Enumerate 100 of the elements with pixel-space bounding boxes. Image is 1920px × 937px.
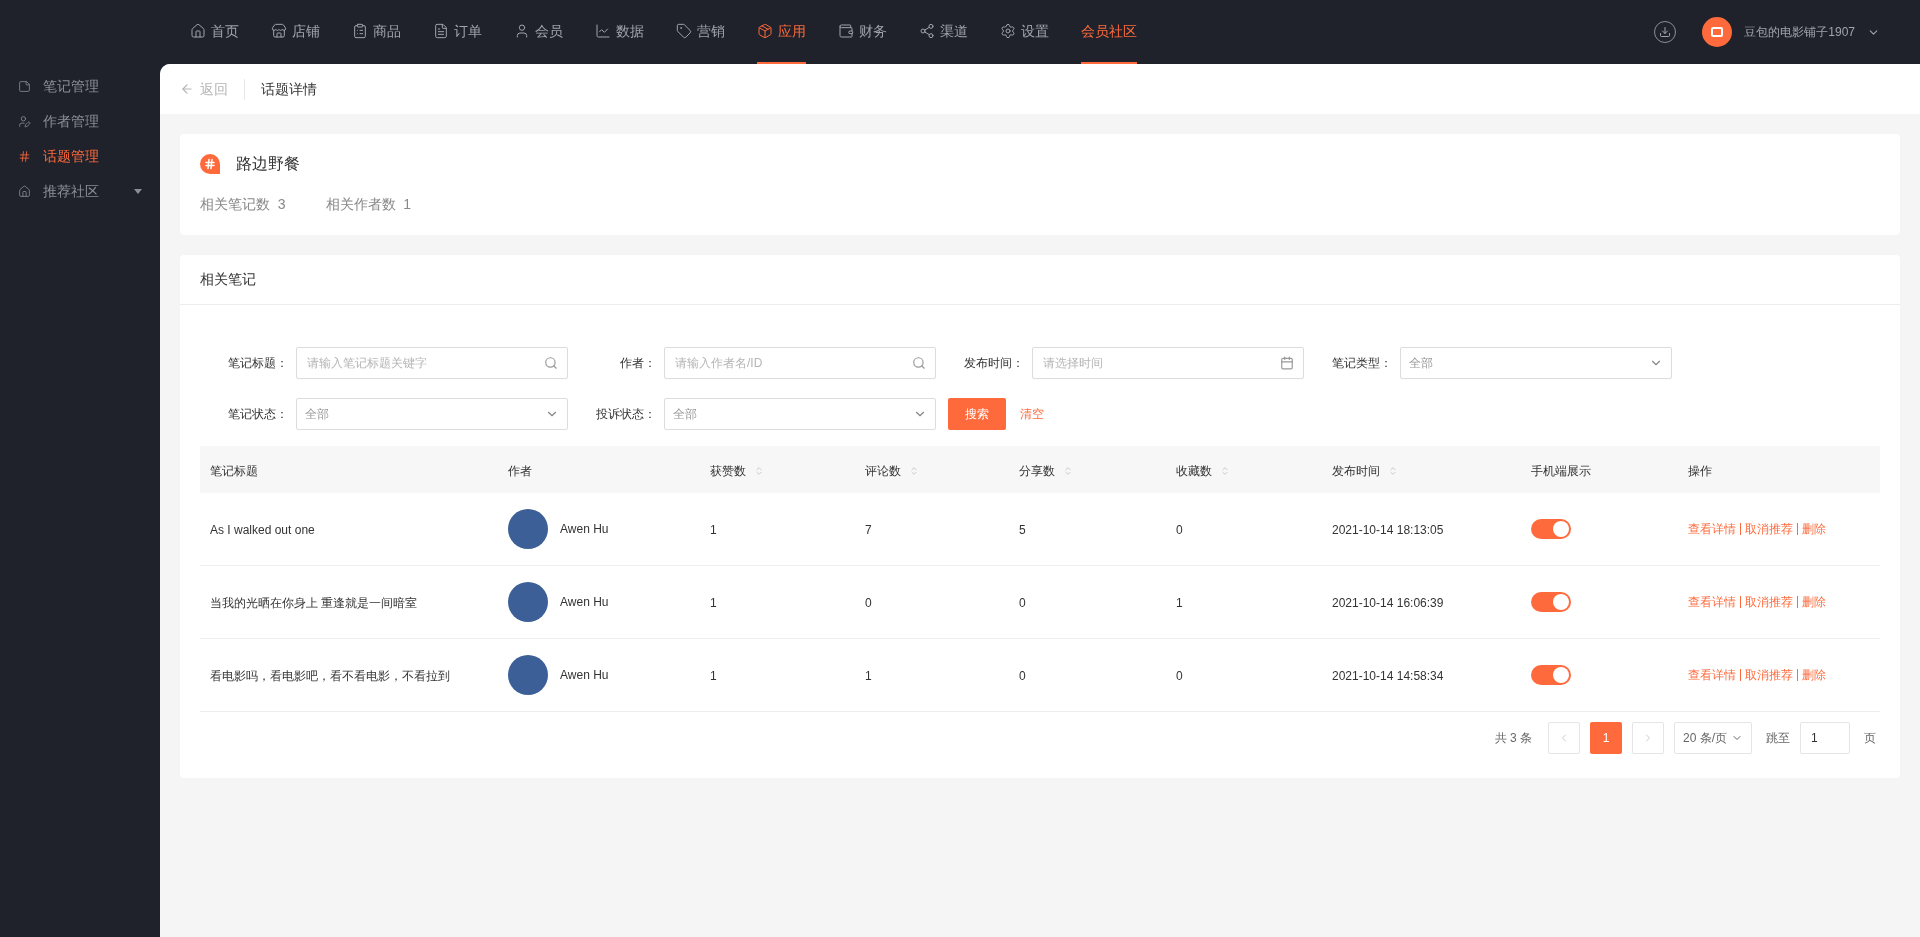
toggle-switch[interactable] xyxy=(1531,665,1571,685)
author-name: Awen Hu xyxy=(560,594,609,611)
sidebar-item[interactable]: 话题管理 xyxy=(0,139,160,174)
sidebar-item[interactable]: 笔记管理 xyxy=(0,69,160,104)
column-header[interactable]: 分享数 xyxy=(1019,461,1073,480)
author-name: Awen Hu xyxy=(560,521,609,538)
sort-icon[interactable] xyxy=(754,465,764,476)
action-link[interactable]: 取消推荐 xyxy=(1745,666,1793,684)
nav-tab[interactable]: 财务 xyxy=(838,0,887,64)
search-field[interactable]: 请输入作者名/ID xyxy=(664,347,936,379)
user-icon xyxy=(514,23,530,39)
sidebar-item[interactable]: 作者管理 xyxy=(0,104,160,139)
sort-icon[interactable] xyxy=(1388,465,1398,476)
select-field[interactable]: 全部 xyxy=(296,398,568,430)
clipboard-icon xyxy=(352,23,368,39)
column-header[interactable]: 评论数 xyxy=(865,461,919,480)
user-icon xyxy=(18,115,31,128)
column-header[interactable]: 收藏数 xyxy=(1176,461,1230,480)
table-cell: 0 xyxy=(1019,596,1026,610)
date-field[interactable]: 请选择时间 xyxy=(1032,347,1304,379)
table-cell: 0 xyxy=(865,596,872,610)
nav-tab[interactable]: 店铺 xyxy=(271,0,320,64)
column-header: 手机端展示 xyxy=(1531,462,1591,480)
table-cell: 看电影吗，看电影吧，看不看电影，不看拉到 xyxy=(210,669,450,683)
section-title: 相关笔记 xyxy=(200,270,256,289)
sort-icon[interactable] xyxy=(1220,465,1230,476)
search-icon xyxy=(544,356,558,370)
account-name[interactable]: 豆包的电影铺子1907 xyxy=(1744,23,1855,41)
table-cell: 1 xyxy=(710,669,717,683)
column-header: 作者 xyxy=(508,462,532,480)
filter-label: 笔记状态： xyxy=(227,406,288,423)
store-avatar[interactable] xyxy=(1702,17,1733,47)
table-cell: 2021-10-14 18:13:05 xyxy=(1332,523,1444,537)
action-link[interactable]: 查看详情 xyxy=(1688,666,1736,684)
table-cell: As I walked out one xyxy=(210,523,315,537)
nav-tab[interactable]: 营销 xyxy=(676,0,725,64)
page-suffix: 页 xyxy=(1864,730,1876,747)
nav-tab[interactable]: 订单 xyxy=(433,0,482,64)
nav-tab[interactable]: 会员 xyxy=(514,0,563,64)
store-icon xyxy=(271,23,287,39)
hash-icon xyxy=(200,154,220,174)
prev-page-button[interactable] xyxy=(1548,722,1580,754)
action-link[interactable]: 取消推荐 xyxy=(1745,593,1793,611)
table-cell: 5 xyxy=(1019,523,1026,537)
search-icon xyxy=(912,356,926,370)
topic-stat: 相关笔记数 3 xyxy=(200,195,286,214)
table-cell: 0 xyxy=(1019,669,1026,683)
nav-tab[interactable]: 商品 xyxy=(352,0,401,64)
action-link[interactable]: 删除 xyxy=(1802,520,1826,538)
search-button[interactable]: 搜索 xyxy=(948,398,1006,430)
chart-icon xyxy=(595,23,611,39)
nav-tab[interactable]: 设置 xyxy=(1000,0,1049,64)
table-cell: 1 xyxy=(1176,596,1183,610)
house-icon xyxy=(18,185,31,198)
nav-tab[interactable]: 渠道 xyxy=(919,0,968,64)
table-cell: 1 xyxy=(710,523,717,537)
table-cell: 2021-10-14 14:58:34 xyxy=(1332,669,1444,683)
table-cell: 2021-10-14 16:06:39 xyxy=(1332,596,1444,610)
select-field[interactable]: 全部 xyxy=(664,398,936,430)
filter-label: 作者： xyxy=(619,355,656,372)
sort-icon[interactable] xyxy=(909,465,919,476)
toggle-switch[interactable] xyxy=(1531,592,1571,612)
toggle-switch[interactable] xyxy=(1531,519,1571,539)
action-link[interactable]: 查看详情 xyxy=(1688,593,1736,611)
column-header: 笔记标题 xyxy=(210,462,258,480)
document-icon xyxy=(433,23,449,39)
select-field[interactable]: 全部 xyxy=(1400,347,1672,379)
table-cell: 7 xyxy=(865,523,872,537)
table-cell: 0 xyxy=(1176,523,1183,537)
action-link[interactable]: 删除 xyxy=(1802,593,1826,611)
avatar xyxy=(508,509,548,549)
nav-tab[interactable]: 首页 xyxy=(190,0,239,64)
table-cell: 0 xyxy=(1176,669,1183,683)
settings-icon xyxy=(1000,23,1016,39)
filter-label: 发布时间： xyxy=(963,355,1024,372)
column-header: 操作 xyxy=(1688,462,1712,480)
page-input[interactable]: 1 xyxy=(1800,722,1850,754)
table-cell: 1 xyxy=(865,669,872,683)
column-header[interactable]: 发布时间 xyxy=(1332,461,1398,480)
topic-stat: 相关作者数 1 xyxy=(325,195,412,214)
action-link[interactable]: 删除 xyxy=(1802,666,1826,684)
page-button[interactable]: 1 xyxy=(1590,722,1622,754)
filter-label: 投诉状态： xyxy=(595,406,656,423)
filter-label: 笔记标题： xyxy=(227,355,288,372)
clear-link[interactable]: 清空 xyxy=(1020,405,1044,423)
nav-tab[interactable]: 数据 xyxy=(595,0,644,64)
arrow-left-icon xyxy=(180,82,194,96)
action-link[interactable]: 查看详情 xyxy=(1688,520,1736,538)
page-size-select[interactable]: 20 条/页 xyxy=(1674,722,1752,754)
sidebar-item[interactable]: 推荐社区 xyxy=(0,174,160,209)
next-page-button[interactable] xyxy=(1632,722,1664,754)
sort-icon[interactable] xyxy=(1063,465,1073,476)
column-header[interactable]: 获赞数 xyxy=(710,461,764,480)
caret-icon xyxy=(134,189,142,194)
share-icon xyxy=(919,23,935,39)
action-link[interactable]: 取消推荐 xyxy=(1745,520,1793,538)
search-field[interactable]: 请输入笔记标题关键字 xyxy=(296,347,568,379)
note-icon xyxy=(18,80,31,93)
calendar-icon xyxy=(1280,356,1294,370)
table-cell: 当我的光晒在你身上 重逢就是一间暗室 xyxy=(210,596,418,610)
